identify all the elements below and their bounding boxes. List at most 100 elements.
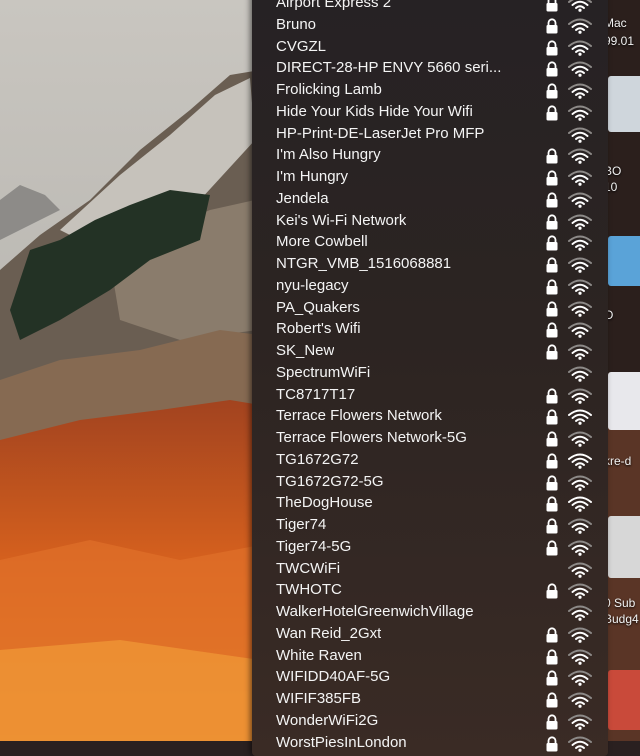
lock-icon: [545, 18, 559, 34]
lock-icon: [545, 583, 559, 599]
wifi-network-item[interactable]: TC8717T17: [252, 384, 608, 406]
lock-icon: [545, 496, 559, 512]
wifi-network-item[interactable]: WalkerHotelGreenwichVillage: [252, 601, 608, 623]
wifi-network-item[interactable]: CVGZL: [252, 36, 608, 58]
wifi-network-item[interactable]: SK_New: [252, 340, 608, 362]
lock-icon: [545, 279, 559, 295]
wifi-signal-icon: [568, 670, 592, 687]
network-name: SpectrumWiFi: [276, 363, 371, 381]
lock-icon: [545, 692, 559, 708]
network-name: Terrace Flowers Network-5G: [276, 429, 467, 446]
wifi-network-item[interactable]: TheDogHouse: [252, 492, 608, 514]
pdf-document-icon[interactable]: [608, 670, 640, 730]
network-name: nyu-legacy: [276, 276, 349, 294]
wifi-network-item[interactable]: I'm Also Hungry: [252, 144, 608, 166]
wifi-network-item[interactable]: TG1672G72-5G: [252, 471, 608, 493]
wifi-network-item[interactable]: WIFIF385FB: [252, 688, 608, 710]
lock-icon: [545, 0, 559, 12]
wifi-network-item[interactable]: White Raven: [252, 645, 608, 667]
lock-icon: [545, 431, 559, 447]
wifi-network-item[interactable]: NTGR_VMB_1516068881: [252, 253, 608, 275]
wifi-network-item[interactable]: More Cowbell: [252, 231, 608, 253]
network-name: Hide Your Kids Hide Your Wifi: [276, 102, 473, 120]
folder-icon[interactable]: [608, 236, 640, 286]
wifi-network-item[interactable]: I'm Hungry: [252, 166, 608, 188]
file-icon[interactable]: [608, 516, 640, 578]
wifi-signal-icon: [568, 518, 592, 534]
wifi-network-item[interactable]: WonderWiFi2G: [252, 710, 608, 732]
wifi-signal-icon: [568, 431, 592, 447]
desktop-icon-label[interactable]: 99.01: [604, 34, 634, 48]
wifi-network-item[interactable]: HP-Print-DE-LaserJet Pro MFP: [252, 123, 608, 145]
lock-icon: [545, 301, 559, 317]
wifi-network-item[interactable]: Hide Your Kids Hide Your Wifi: [252, 101, 608, 123]
wifi-network-item[interactable]: Robert's Wifi: [252, 318, 608, 340]
lock-icon: [545, 148, 559, 164]
wifi-network-item[interactable]: Terrace Flowers Network: [252, 405, 608, 427]
wifi-network-item[interactable]: Terrace Flowers Network-5G: [252, 427, 608, 449]
wifi-network-item[interactable]: Tiger74: [252, 514, 608, 536]
network-name: WonderWiFi2G: [276, 711, 379, 729]
wifi-network-item[interactable]: Jendela: [252, 188, 608, 210]
network-name: Frolicking Lamb: [276, 81, 382, 98]
wifi-network-item[interactable]: nyu-legacy: [252, 275, 608, 297]
wifi-signal-icon: [568, 496, 592, 513]
network-name: WIFIF385FB: [276, 690, 362, 707]
wifi-network-item[interactable]: DIRECT-28-HP ENVY 5660 seri...: [252, 57, 608, 79]
wifi-signal-icon: [568, 344, 592, 360]
wifi-network-item[interactable]: PA_Quakers: [252, 297, 608, 319]
wifi-signal-icon: [568, 736, 592, 752]
lock-icon: [545, 714, 559, 730]
network-name: TWHOTC: [276, 581, 342, 599]
network-name: White Raven: [276, 646, 362, 664]
wifi-signal-icon: [568, 409, 592, 426]
wifi-signal-icon: [568, 475, 592, 491]
network-name: Terrace Flowers Network: [276, 407, 442, 425]
wifi-network-item[interactable]: Wan Reid_2Gxt: [252, 623, 608, 645]
wifi-network-item[interactable]: Tiger74-5G: [252, 536, 608, 558]
wifi-signal-icon: [568, 605, 592, 621]
wifi-network-item[interactable]: Bruno: [252, 14, 608, 36]
wifi-signal-icon: [568, 366, 592, 382]
wifi-network-item[interactable]: TG1672G72: [252, 449, 608, 471]
wifi-signal-icon: [568, 388, 592, 404]
wifi-signal-icon: [568, 692, 592, 708]
wifi-signal-icon: [568, 453, 592, 469]
network-name: TG1672G72: [276, 450, 359, 468]
lock-icon: [545, 409, 559, 425]
network-name: TC8717T17: [276, 385, 356, 403]
desktop-icon-label[interactable]: kre-d: [604, 454, 631, 468]
wifi-network-item[interactable]: Kei's Wi-Fi Network: [252, 210, 608, 232]
wifi-network-item[interactable]: SpectrumWiFi: [252, 362, 608, 384]
network-name: CVGZL: [276, 37, 327, 55]
wifi-network-item[interactable]: TWCWiFi: [252, 558, 608, 580]
wifi-signal-icon: [568, 83, 592, 99]
wifi-network-item[interactable]: WorstPiesInLondon: [252, 732, 608, 754]
wifi-network-item[interactable]: TWHOTC: [252, 579, 608, 601]
desktop-icon-label[interactable]: Budg4: [604, 612, 639, 626]
lock-icon: [545, 649, 559, 665]
word-document-icon[interactable]: [608, 372, 640, 430]
wifi-network-item[interactable]: Airport Express 2: [252, 0, 608, 14]
lock-icon: [545, 670, 559, 686]
wifi-signal-icon: [568, 105, 592, 121]
lock-icon: [545, 322, 559, 338]
network-name: DIRECT-28-HP ENVY 5660 seri...: [276, 59, 502, 77]
wifi-signal-icon: [568, 18, 592, 34]
lock-icon: [545, 257, 559, 273]
network-name: Kei's Wi-Fi Network: [276, 211, 407, 229]
lock-icon: [545, 344, 559, 360]
network-name: Jendela: [276, 189, 329, 207]
network-name: More Cowbell: [276, 233, 368, 251]
wifi-network-item[interactable]: WIFIDD40AF-5G: [252, 666, 608, 688]
wifi-signal-icon: [568, 127, 592, 143]
wifi-signal-icon: [568, 192, 592, 208]
lock-icon: [545, 192, 559, 208]
network-name: WalkerHotelGreenwichVillage: [276, 603, 474, 620]
network-name: Airport Express 2: [276, 0, 392, 11]
document-icon[interactable]: [608, 76, 640, 132]
desktop-icon-label[interactable]: 0 Sub: [604, 596, 635, 610]
wifi-signal-icon: [568, 61, 592, 78]
wifi-signal-icon: [568, 714, 592, 730]
wifi-network-item[interactable]: Frolicking Lamb: [252, 79, 608, 101]
